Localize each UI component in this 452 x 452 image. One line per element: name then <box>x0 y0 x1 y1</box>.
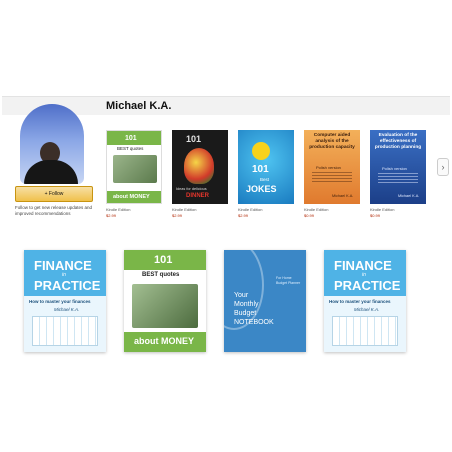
cover-title-line: BEST quotes <box>117 146 144 151</box>
book-edition: Kindle Edition <box>106 207 131 212</box>
carousel-book-dinner[interactable]: 101 Ideas for delicious DINNER Kindle Ed… <box>172 130 228 222</box>
cover-title-2: PRACTICE <box>34 278 101 293</box>
cover-title: FINANCE <box>334 258 392 273</box>
author-name: Michael K.A. <box>106 100 172 112</box>
book-cover: 101 Best JOKES <box>238 130 294 204</box>
cover-subtitle: about MONEY <box>113 194 150 200</box>
cover-subtitle: Best <box>260 177 270 182</box>
avatar[interactable] <box>20 104 84 184</box>
book-price: $0.99 <box>370 213 381 218</box>
book-price: $2.99 <box>172 213 183 218</box>
carousel-book-capacity[interactable]: Computer aided analysis of the productio… <box>304 130 360 222</box>
cover-title-2: PRACTICE <box>334 278 401 293</box>
cover-title: FINANCE <box>34 258 92 273</box>
smiley-icon <box>252 142 270 160</box>
author-page: Michael K.A. + Follow Follow to get new … <box>0 0 452 452</box>
featured-book-finance[interactable]: FINANCE in PRACTICE How to master your f… <box>24 250 106 352</box>
cover-title-3: Budget <box>234 310 257 317</box>
cover-note: For Home Budget Planner <box>276 276 301 285</box>
notebook-curve <box>224 250 264 330</box>
cover-author: Michael K.A. <box>332 194 354 198</box>
cover-title: Computer aided analysis of the productio… <box>309 133 355 150</box>
book-price: $0.99 <box>304 213 315 218</box>
cover-title: Evaluation of the effectiveness of produ… <box>374 133 422 150</box>
cover-title-4: NOTEBOOK <box>234 319 274 326</box>
book-edition: Kindle Edition <box>370 207 395 212</box>
cover-subtitle: How to master your finances <box>29 299 91 304</box>
carousel-book-jokes[interactable]: 101 Best JOKES Kindle Edition $2.99 <box>238 130 294 222</box>
cover-title: DINNER <box>186 193 210 199</box>
book-price: $2.99 <box>106 213 117 218</box>
cover-subtitle: Ideas for delicious <box>176 187 207 191</box>
follow-button[interactable]: + Follow <box>15 186 93 202</box>
book-cover: 101 BEST quotes about MONEY <box>106 130 162 204</box>
carousel-book-planning[interactable]: Evaluation of the effectiveness of produ… <box>370 130 426 222</box>
cover-title-number: 101 <box>186 134 202 144</box>
featured-book-notebook[interactable]: For Home Budget Planner Your Monthly Bud… <box>224 250 306 352</box>
cover-title-line: BEST quotes <box>142 272 180 278</box>
follow-note: Follow to get new release updates and im… <box>15 205 93 216</box>
book-cover: 101 Ideas for delicious DINNER <box>172 130 228 204</box>
cover-title-2: Monthly <box>234 301 259 308</box>
featured-book-finance-2[interactable]: FINANCE in PRACTICE How to master your f… <box>324 250 406 352</box>
book-edition: Kindle Edition <box>304 207 329 212</box>
cover-subtitle: How to master your finances <box>329 299 391 304</box>
featured-book-money[interactable]: 101 BEST quotes about MONEY <box>124 250 206 352</box>
book-edition: Kindle Edition <box>238 207 263 212</box>
cover-title-number: 101 <box>154 254 173 266</box>
cover-title-number: 101 <box>125 135 137 142</box>
cover-title: JOKES <box>246 184 277 194</box>
avatar-body <box>24 160 78 184</box>
cover-subtitle: Polish version <box>316 165 341 170</box>
cover-subtitle: Polish version <box>382 166 407 171</box>
book-cover: Computer aided analysis of the productio… <box>304 130 360 204</box>
chart-image <box>332 316 398 346</box>
cover-author: Michael K.A. <box>354 307 380 312</box>
book-price: $2.99 <box>238 213 249 218</box>
cover-subtitle: about MONEY <box>134 336 194 346</box>
chart-image <box>32 316 98 346</box>
money-image <box>113 155 157 183</box>
money-image <box>132 284 198 328</box>
cover-title-number: 101 <box>252 164 269 175</box>
food-image <box>184 148 214 184</box>
carousel-next-button[interactable]: › <box>437 158 449 176</box>
carousel-book-money[interactable]: 101 BEST quotes about MONEY Kindle Editi… <box>106 130 162 222</box>
cover-author: Michael K.A. <box>398 194 420 198</box>
cover-title: Your <box>234 292 249 299</box>
book-edition: Kindle Edition <box>172 207 197 212</box>
book-cover: Evaluation of the effectiveness of produ… <box>370 130 426 204</box>
cover-author: Michael K.A. <box>54 307 80 312</box>
